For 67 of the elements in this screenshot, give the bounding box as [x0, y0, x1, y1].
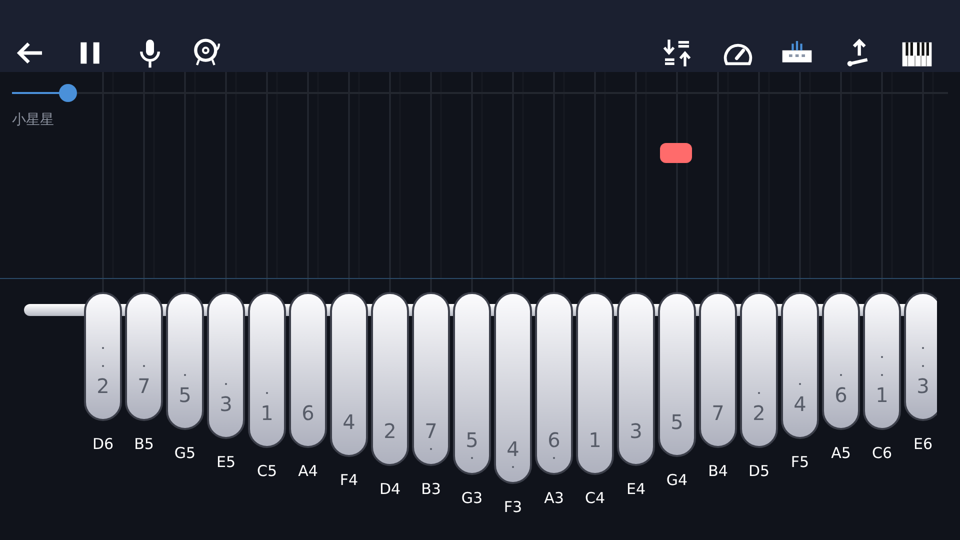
kalimba-key[interactable]: 4	[494, 292, 532, 484]
note-label: G5	[174, 444, 196, 462]
key-numeral: 1	[876, 384, 888, 406]
key-numeral: 2	[96, 375, 110, 397]
kalimba-key[interactable]: 5	[166, 292, 204, 430]
kalimba-key[interactable]: 1	[248, 292, 286, 448]
key-numeral: 5	[670, 411, 684, 433]
note-label: C4	[584, 489, 606, 507]
kalimba-key[interactable]: 4	[781, 292, 819, 439]
key-numeral: 3	[916, 375, 930, 397]
note-label: G4	[666, 471, 688, 489]
note-label: D4	[379, 480, 401, 498]
song-title: 小星星	[12, 111, 54, 129]
key-numeral: 2	[752, 402, 766, 424]
note-label: C6	[872, 444, 892, 462]
kalimba-key[interactable]: 2	[371, 292, 409, 466]
key-numeral: 1	[260, 402, 274, 424]
kalimba-key[interactable]: 6	[535, 292, 573, 475]
kalimba-key[interactable]: 7	[125, 292, 163, 421]
key-numeral: 1	[588, 429, 602, 451]
key-numeral: 3	[630, 420, 642, 442]
kalimba-key[interactable]: 4	[330, 292, 368, 457]
slider-thumb[interactable]	[59, 84, 78, 102]
kalimba-key[interactable]: 7	[699, 292, 737, 448]
note-label: G3	[461, 489, 483, 507]
note-label: E5	[216, 453, 236, 471]
falling-note	[660, 143, 692, 163]
key-numeral: 4	[794, 393, 806, 415]
key-numeral: 2	[384, 420, 396, 442]
note-label: E6	[913, 435, 933, 453]
note-label: E4	[626, 480, 646, 498]
key-numeral: 5	[178, 384, 192, 406]
kalimba-key[interactable]: 3	[207, 292, 245, 439]
note-label: A4	[298, 462, 318, 480]
key-numeral: 3	[220, 393, 232, 415]
key-numeral: 7	[138, 375, 150, 397]
key-numeral: 7	[424, 420, 438, 442]
kalimba-key[interactable]: 3	[617, 292, 655, 466]
note-label: F5	[790, 453, 810, 471]
key-numeral: 4	[506, 438, 520, 460]
key-numeral: 6	[302, 402, 314, 424]
kalimba-key[interactable]: 6	[289, 292, 327, 448]
kalimba-key[interactable]: 2	[84, 292, 122, 421]
kalimba-key[interactable]: 5	[453, 292, 491, 475]
key-numeral: 5	[466, 429, 478, 451]
kalimba-key[interactable]: 5	[658, 292, 696, 457]
key-numeral: 6	[834, 384, 848, 406]
kalimba-key[interactable]: 1	[863, 292, 901, 430]
note-label: B3	[421, 480, 441, 498]
note-label: A5	[831, 444, 851, 462]
kalimba-key[interactable]: 6	[822, 292, 860, 430]
note-label: A3	[544, 489, 564, 507]
kalimba-key[interactable]: 3	[904, 292, 937, 421]
key-numeral: 7	[712, 402, 724, 424]
note-label: B4	[708, 462, 728, 480]
note-label: D5	[748, 462, 770, 480]
kalimba-key[interactable]: 1	[576, 292, 614, 475]
note-label: F3	[504, 498, 522, 516]
sort-icon	[661, 37, 693, 69]
note-label: B5	[134, 435, 154, 453]
kalimba-key[interactable]: 2	[740, 292, 778, 448]
note-label: D6	[92, 435, 114, 453]
note-label: C5	[256, 462, 278, 480]
key-numeral: 4	[342, 411, 356, 433]
note-label: F4	[340, 471, 358, 489]
key-numeral: 6	[548, 429, 560, 451]
kalimba-key[interactable]: 7	[412, 292, 450, 466]
